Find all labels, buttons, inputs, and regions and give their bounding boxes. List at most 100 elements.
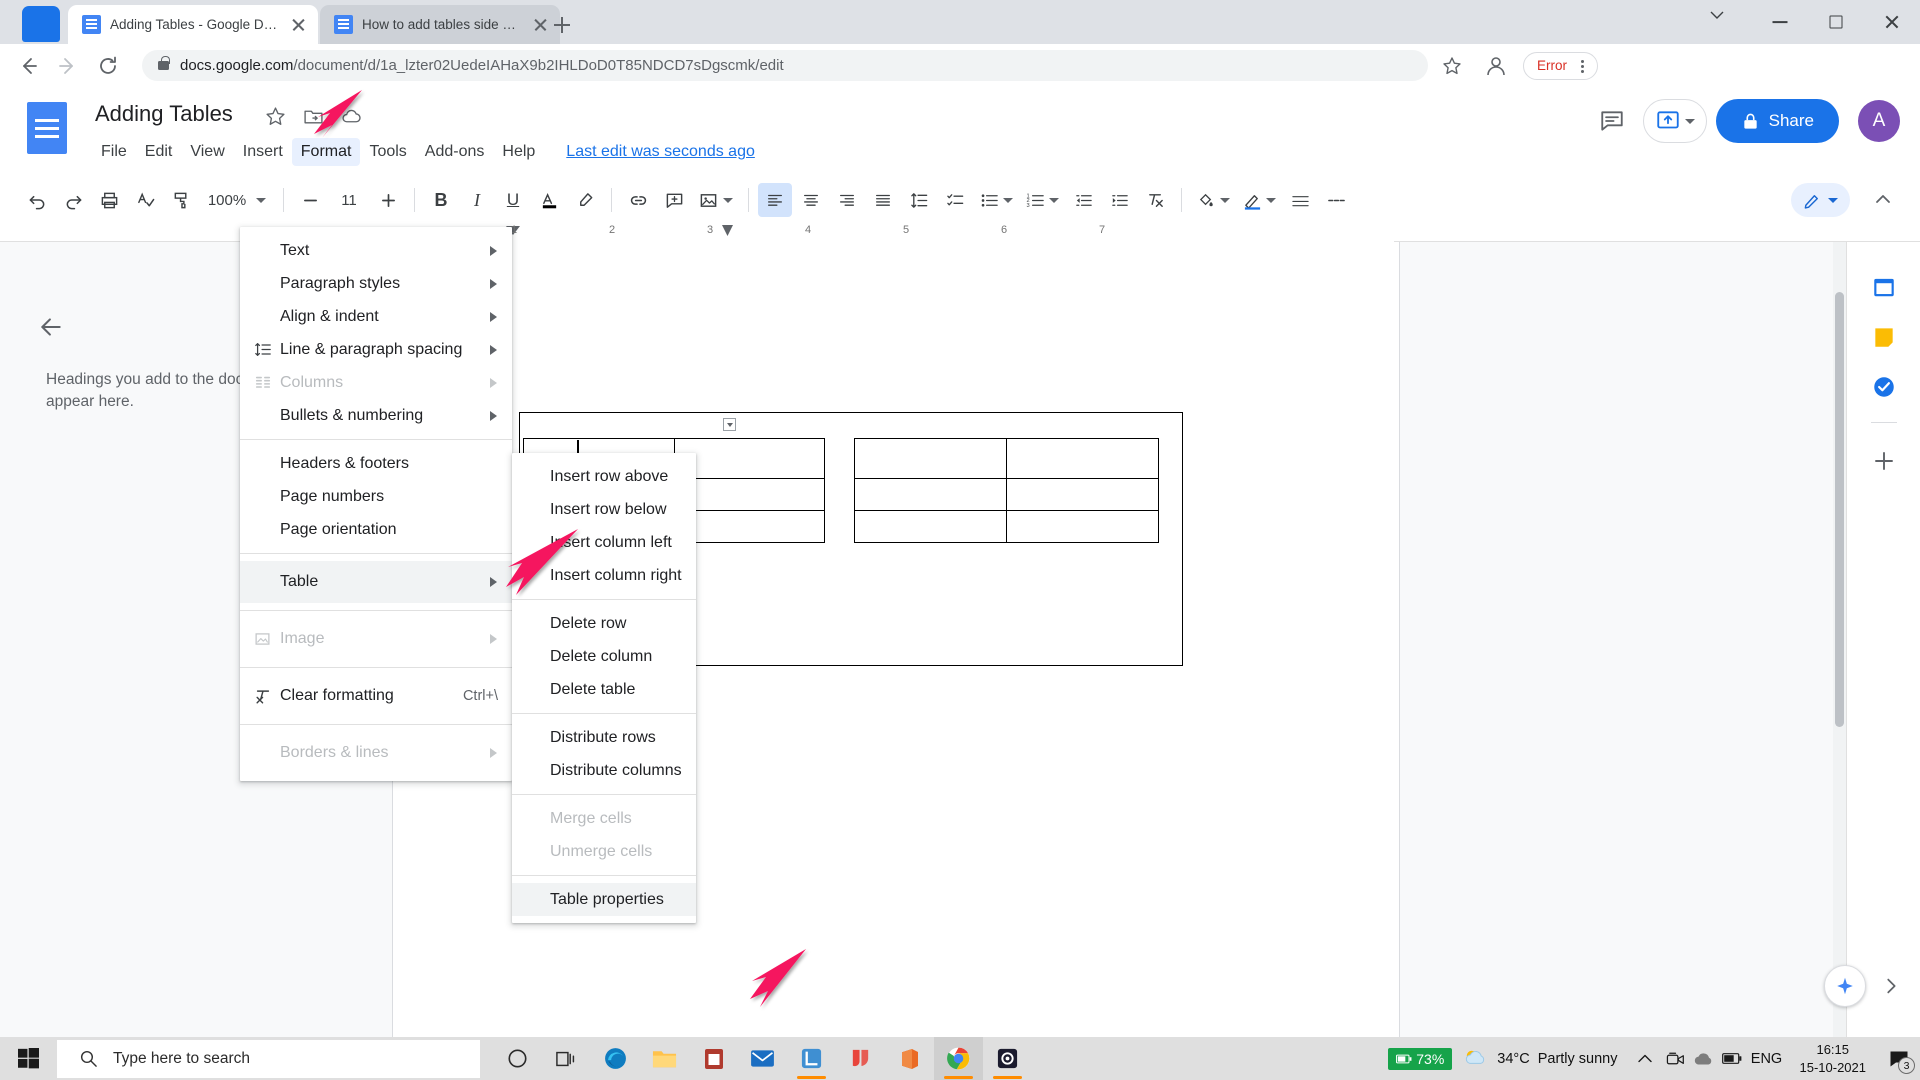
zoom-selector[interactable]: 100% bbox=[200, 185, 274, 215]
lightshot-icon[interactable] bbox=[787, 1037, 836, 1080]
notification-center-button[interactable]: 3 bbox=[1878, 1037, 1920, 1080]
highlight-color-icon[interactable] bbox=[568, 183, 602, 217]
table-menu-item-distribute-rows[interactable]: Distribute rows bbox=[512, 721, 696, 754]
close-outline-icon[interactable] bbox=[38, 314, 64, 340]
table-menu-item-delete-row[interactable]: Delete row bbox=[512, 607, 696, 640]
table-menu-item-insert-column-right[interactable]: Insert column right bbox=[512, 559, 696, 592]
insert-link-icon[interactable] bbox=[621, 183, 655, 217]
table-menu-item-distribute-columns[interactable]: Distribute columns bbox=[512, 754, 696, 787]
start-button[interactable] bbox=[0, 1037, 57, 1080]
onedrive-icon[interactable] bbox=[1690, 1037, 1718, 1080]
maximize-button[interactable] bbox=[1808, 0, 1864, 44]
new-tab-button[interactable] bbox=[548, 11, 576, 39]
right-inner-table[interactable] bbox=[854, 438, 1159, 543]
forward-button[interactable] bbox=[52, 50, 84, 82]
bookmark-star-icon[interactable] bbox=[1437, 51, 1467, 81]
format-menu-item-bullets-numbering[interactable]: Bullets & numbering bbox=[240, 399, 512, 432]
scrollbar-thumb[interactable] bbox=[1835, 292, 1844, 727]
language-indicator[interactable]: ENG bbox=[1746, 1037, 1788, 1080]
star-icon[interactable] bbox=[265, 106, 287, 128]
back-button[interactable] bbox=[12, 50, 44, 82]
numbered-list-icon[interactable]: 1 2 3 bbox=[1020, 183, 1064, 217]
page-scrollbar[interactable] bbox=[1833, 242, 1846, 1049]
menu-tools[interactable]: Tools bbox=[360, 138, 415, 166]
hide-menus-icon[interactable] bbox=[1866, 183, 1900, 217]
clear-formatting-icon[interactable] bbox=[1138, 183, 1172, 217]
undo-icon[interactable] bbox=[20, 183, 54, 217]
format-menu-item-line-paragraph-spacing[interactable]: Line & paragraph spacing bbox=[240, 333, 512, 366]
expand-rail-icon[interactable] bbox=[1874, 969, 1908, 1003]
file-explorer-icon[interactable] bbox=[640, 1037, 689, 1080]
table-menu-item-insert-row-below[interactable]: Insert row below bbox=[512, 493, 696, 526]
table-submenu-popup[interactable]: Insert row above Insert row below Insert… bbox=[512, 453, 696, 923]
table-menu-item-insert-row-above[interactable]: Insert row above bbox=[512, 460, 696, 493]
address-bar[interactable]: docs.google.com/document/d/1a_lzter02Ued… bbox=[142, 50, 1428, 81]
explore-button[interactable] bbox=[1824, 965, 1866, 1007]
table-menu-item-delete-column[interactable]: Delete column bbox=[512, 640, 696, 673]
cloud-saved-icon[interactable] bbox=[341, 106, 363, 128]
profile-avatar-icon[interactable] bbox=[1481, 51, 1511, 81]
close-icon[interactable] bbox=[289, 15, 308, 34]
right-indent-marker[interactable] bbox=[722, 225, 733, 236]
table-resize-handle[interactable] bbox=[723, 418, 736, 431]
italic-icon[interactable]: I bbox=[460, 183, 494, 217]
table-menu-item-table-properties[interactable]: Table properties bbox=[512, 883, 696, 916]
browser-tab-1[interactable]: How to add tables side by side in bbox=[320, 5, 560, 44]
spell-check-icon[interactable] bbox=[128, 183, 162, 217]
format-menu-item-clear-formatting[interactable]: Clear formatting Ctrl+\ bbox=[240, 675, 512, 717]
align-left-icon[interactable] bbox=[758, 183, 792, 217]
meet-now-icon[interactable] bbox=[1662, 1037, 1690, 1080]
increase-font-size-icon[interactable] bbox=[371, 183, 405, 217]
table-fill-color-icon[interactable] bbox=[1191, 183, 1235, 217]
align-right-icon[interactable] bbox=[830, 183, 864, 217]
minimize-button[interactable] bbox=[1752, 0, 1808, 44]
browser-tab-0[interactable]: Adding Tables - Google Docs bbox=[68, 5, 318, 44]
line-spacing-icon[interactable] bbox=[902, 183, 936, 217]
reload-button[interactable] bbox=[92, 50, 124, 82]
document-title[interactable]: Adding Tables bbox=[95, 101, 233, 127]
decrease-font-size-icon[interactable] bbox=[293, 183, 327, 217]
task-view-icon[interactable] bbox=[542, 1037, 591, 1080]
comment-history-icon[interactable] bbox=[1590, 99, 1634, 143]
edge-icon[interactable] bbox=[591, 1037, 640, 1080]
format-menu-item-paragraph-styles[interactable]: Paragraph styles bbox=[240, 267, 512, 300]
underline-icon[interactable]: U bbox=[496, 183, 530, 217]
format-menu-popup[interactable]: Text Paragraph styles Align & indent Lin… bbox=[240, 227, 512, 781]
border-width-icon[interactable] bbox=[1283, 183, 1317, 217]
account-avatar[interactable]: A bbox=[1858, 100, 1900, 142]
format-menu-item-align-indent[interactable]: Align & indent bbox=[240, 300, 512, 333]
add-addon-icon[interactable] bbox=[1867, 444, 1901, 478]
format-menu-item-headers-footers[interactable]: Headers & footers bbox=[240, 447, 512, 480]
paint-format-icon[interactable] bbox=[164, 183, 198, 217]
cortana-icon[interactable] bbox=[493, 1037, 542, 1080]
chrome-menu-icon[interactable] bbox=[1574, 58, 1590, 74]
redo-icon[interactable] bbox=[56, 183, 90, 217]
border-dash-icon[interactable] bbox=[1319, 183, 1353, 217]
font-size-value[interactable]: 11 bbox=[329, 186, 369, 214]
editing-mode-button[interactable] bbox=[1791, 183, 1850, 217]
table-menu-item-insert-column-left[interactable]: Insert column left bbox=[512, 526, 696, 559]
text-color-icon[interactable] bbox=[532, 183, 566, 217]
chrome-icon[interactable] bbox=[934, 1037, 983, 1080]
close-window-button[interactable] bbox=[1864, 0, 1920, 44]
add-comment-icon[interactable] bbox=[657, 183, 691, 217]
align-center-icon[interactable] bbox=[794, 183, 828, 217]
tasks-icon[interactable] bbox=[1867, 370, 1901, 404]
mail-icon[interactable] bbox=[738, 1037, 787, 1080]
table-menu-item-delete-table[interactable]: Delete table bbox=[512, 673, 696, 706]
border-color-icon[interactable] bbox=[1237, 183, 1281, 217]
increase-indent-icon[interactable] bbox=[1102, 183, 1136, 217]
menu-file[interactable]: File bbox=[92, 138, 136, 166]
checklist-icon[interactable] bbox=[938, 183, 972, 217]
last-edit-label[interactable]: Last edit was seconds ago bbox=[566, 143, 755, 161]
format-menu-item-page-numbers[interactable]: Page numbers bbox=[240, 480, 512, 513]
menu-format[interactable]: Format bbox=[291, 138, 361, 166]
menu-edit[interactable]: Edit bbox=[136, 138, 182, 166]
calendar-icon[interactable] bbox=[1867, 270, 1901, 304]
menu-addons[interactable]: Add-ons bbox=[416, 138, 494, 166]
present-button[interactable] bbox=[1642, 99, 1707, 143]
keep-icon[interactable] bbox=[1867, 320, 1901, 354]
taskbar-search-box[interactable]: Type here to search bbox=[57, 1039, 480, 1078]
format-menu-item-page-orientation[interactable]: Page orientation bbox=[240, 513, 512, 546]
keka-icon[interactable] bbox=[836, 1037, 885, 1080]
